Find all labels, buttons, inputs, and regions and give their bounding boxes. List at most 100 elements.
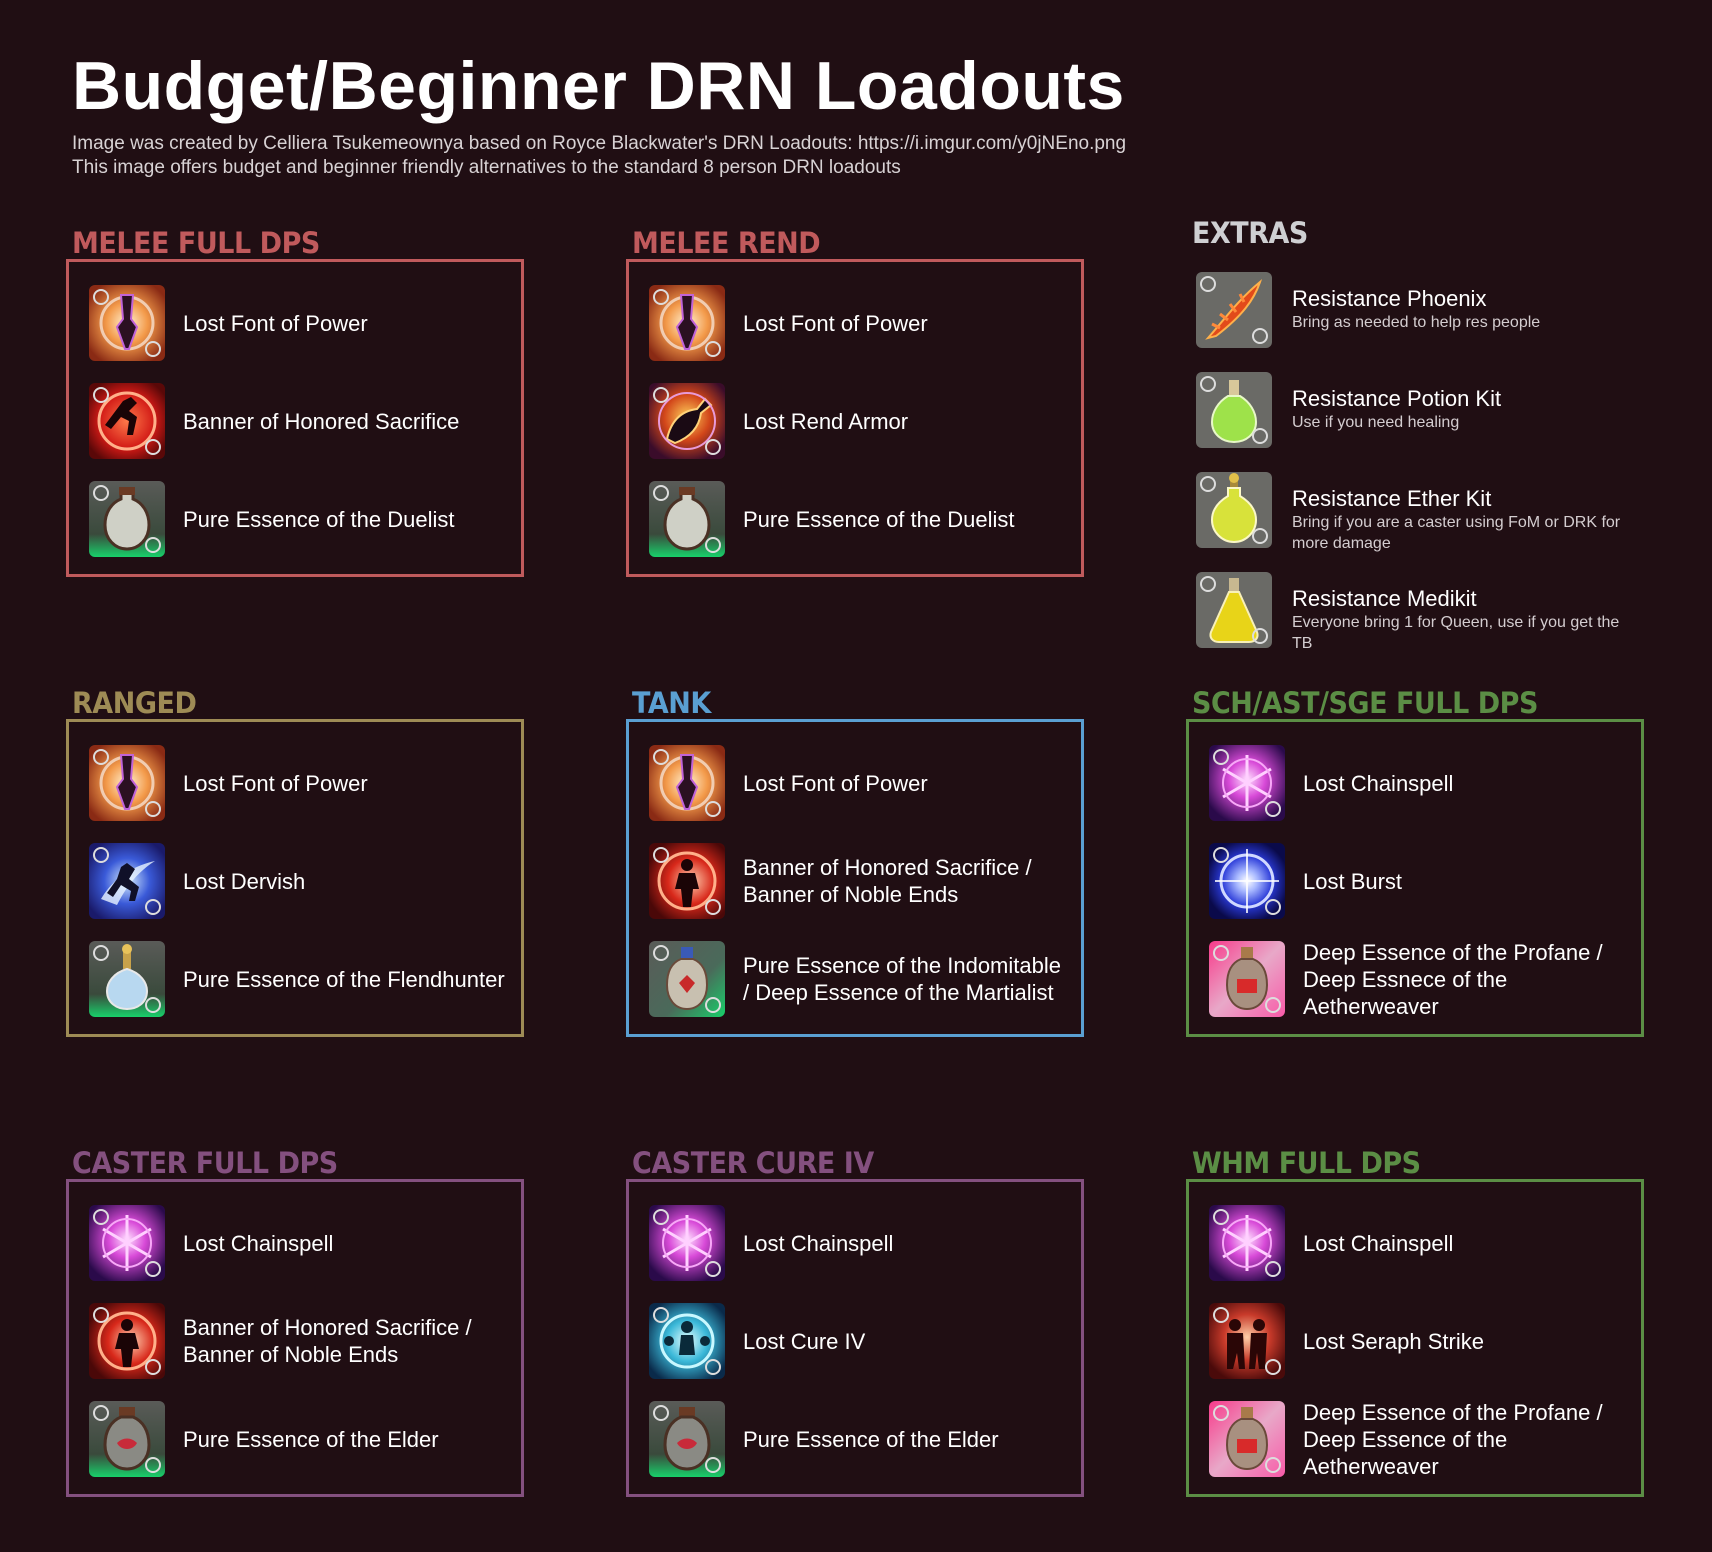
action-label: Lost Burst	[1303, 868, 1403, 894]
credit-line: Image was created by Celliera Tsukemeown…	[72, 133, 1127, 154]
action-label: Lost Rend Armor	[743, 408, 909, 434]
action-label: Pure Essence of the Elder	[743, 1426, 999, 1452]
burst-icon	[1207, 841, 1287, 921]
essence-indomitable-icon	[647, 939, 727, 1019]
essence-fiendhunter-icon	[87, 939, 167, 1019]
action-slot: Pure Essence of the Duelist	[647, 478, 1067, 560]
extra-description: Use if you need healing	[1292, 414, 1460, 431]
essence-duelist-icon	[87, 479, 167, 559]
essence-elder-icon	[647, 1399, 727, 1479]
essence-duelist-icon	[647, 479, 727, 559]
extra-description: Bring as needed to help res people	[1292, 314, 1541, 331]
action-slot: Lost Dervish	[87, 840, 507, 922]
dervish-icon	[87, 841, 167, 921]
action-label: Lost Chainspell	[1303, 770, 1454, 796]
chainspell-icon	[1207, 743, 1287, 823]
loadout-box-caster-full-dps: Lost Chainspell Banner of Honored Sacrif…	[66, 1179, 524, 1497]
action-slot: Deep Essence of the Profane / Deep Essne…	[1207, 938, 1627, 1020]
font-of-power-icon	[87, 283, 167, 363]
section-title-whm-full-dps: WHM FULL DPS	[1192, 1146, 1421, 1180]
loadout-box-melee-rend: Lost Font of Power Lost Rend Armor Pure …	[626, 259, 1084, 577]
action-label: Deep Essence of the Profane / Deep Essen…	[1303, 1399, 1603, 1479]
action-slot: Lost Chainspell	[1207, 742, 1627, 824]
action-label: Lost Font of Power	[743, 770, 928, 796]
loadout-box-ranged: Lost Font of Power Lost Dervish Pure Ess…	[66, 719, 524, 1037]
loadout-box-tank: Lost Font of Power Banner of Honored Sac…	[626, 719, 1084, 1037]
action-slot: Deep Essence of the Profane / Deep Essen…	[1207, 1398, 1627, 1480]
essence-elder-icon	[87, 1399, 167, 1479]
action-label: Lost Chainspell	[743, 1230, 894, 1256]
action-label: Pure Essence of the Flendhunter	[183, 966, 505, 992]
chainspell-icon	[1207, 1203, 1287, 1283]
extra-item: Resistance Phoenix Bring as needed to he…	[1194, 270, 1674, 352]
ether-kit-icon	[1194, 470, 1274, 550]
action-slot: Lost Rend Armor	[647, 380, 1067, 462]
page-title: Budget/Beginner DRN Loadouts	[72, 48, 1125, 124]
banner-honored-sacrifice-icon	[87, 381, 167, 461]
action-label: Lost Font of Power	[183, 310, 368, 336]
section-title-melee-full-dps: MELEE FULL DPS	[72, 226, 320, 260]
extra-item: Resistance Medikit Everyone bring 1 for …	[1194, 570, 1674, 652]
font-of-power-icon	[87, 743, 167, 823]
action-label: Pure Essence of the Indomitable / Deep E…	[743, 953, 1061, 1005]
action-slot: Lost Chainspell	[647, 1202, 1067, 1284]
section-title-melee-rend: MELEE REND	[632, 226, 821, 260]
action-slot: Pure Essence of the Elder	[647, 1398, 1067, 1480]
cure-iv-icon	[647, 1301, 727, 1381]
extra-description: Everyone bring 1 for Queen, use if you g…	[1292, 614, 1620, 652]
section-title-extras: EXTRAS	[1192, 216, 1308, 250]
action-label: Lost Chainspell	[183, 1230, 334, 1256]
action-label: Lost Font of Power	[743, 310, 928, 336]
action-slot: Pure Essence of the Indomitable / Deep E…	[647, 938, 1067, 1020]
extra-name: Resistance Medikit	[1292, 586, 1477, 611]
section-title-tank: TANK	[632, 686, 711, 720]
action-slot: Lost Font of Power	[647, 282, 1067, 364]
action-slot: Lost Cure IV	[647, 1300, 1067, 1382]
medikit-icon	[1194, 570, 1274, 650]
section-title-ranged: RANGED	[72, 686, 197, 720]
potion-kit-icon	[1194, 370, 1274, 450]
action-slot: Lost Chainspell	[1207, 1202, 1627, 1284]
action-label: Banner of Honored Sacrifice	[183, 408, 460, 434]
action-label: Lost Font of Power	[183, 770, 368, 796]
action-label: Pure Essence of the Elder	[183, 1426, 439, 1452]
essence-profane-icon	[1207, 939, 1287, 1019]
extra-name: Resistance Potion Kit	[1292, 386, 1502, 411]
extra-name: Resistance Ether Kit	[1292, 486, 1492, 511]
action-slot: Lost Burst	[1207, 840, 1627, 922]
action-label: Pure Essence of the Duelist	[183, 506, 455, 532]
section-title-healer-full-dps: SCH/AST/SGE FULL DPS	[1192, 686, 1538, 720]
action-label: Banner of Honored Sacrifice / Banner of …	[743, 855, 1032, 907]
action-slot: Lost Font of Power	[87, 282, 507, 364]
action-slot: Lost Font of Power	[87, 742, 507, 824]
rend-armor-icon	[647, 381, 727, 461]
essence-profane-icon	[1207, 1399, 1287, 1479]
extra-item: Resistance Ether Kit Bring if you are a …	[1194, 470, 1674, 552]
extra-description: Bring if you are a caster using FoM or D…	[1292, 514, 1621, 552]
loadout-box-melee-full-dps: Lost Font of Power Banner of Honored Sac…	[66, 259, 524, 577]
action-label: Pure Essence of the Duelist	[743, 506, 1015, 532]
extra-item: Resistance Potion Kit Use if you need he…	[1194, 370, 1674, 452]
font-of-power-icon	[647, 283, 727, 363]
section-title-caster-cure-iv: CASTER CURE IV	[632, 1146, 874, 1180]
chainspell-icon	[87, 1203, 167, 1283]
banner-noble-ends-icon	[647, 841, 727, 921]
action-label: Lost Seraph Strike	[1303, 1328, 1484, 1354]
action-label: Deep Essence of the Profane / Deep Essne…	[1303, 939, 1603, 1019]
extra-name: Resistance Phoenix	[1292, 286, 1487, 311]
action-slot: Pure Essence of the Elder	[87, 1398, 507, 1480]
loadout-box-caster-cure-iv: Lost Chainspell Lost Cure IV Pure Essenc…	[626, 1179, 1084, 1497]
action-slot: Lost Font of Power	[647, 742, 1067, 824]
description-line: This image offers budget and beginner fr…	[72, 157, 901, 178]
chainspell-icon	[647, 1203, 727, 1283]
action-slot: Banner of Honored Sacrifice / Banner of …	[87, 1300, 507, 1382]
banner-noble-ends-icon	[87, 1301, 167, 1381]
action-slot: Banner of Honored Sacrifice / Banner of …	[647, 840, 1067, 922]
seraph-strike-icon	[1207, 1301, 1287, 1381]
font-of-power-icon	[647, 743, 727, 823]
action-slot: Pure Essence of the Duelist	[87, 478, 507, 560]
section-title-caster-full-dps: CASTER FULL DPS	[72, 1146, 338, 1180]
action-label: Lost Chainspell	[1303, 1230, 1454, 1256]
action-label: Lost Dervish	[183, 868, 306, 894]
action-slot: Pure Essence of the Flendhunter	[87, 938, 507, 1020]
